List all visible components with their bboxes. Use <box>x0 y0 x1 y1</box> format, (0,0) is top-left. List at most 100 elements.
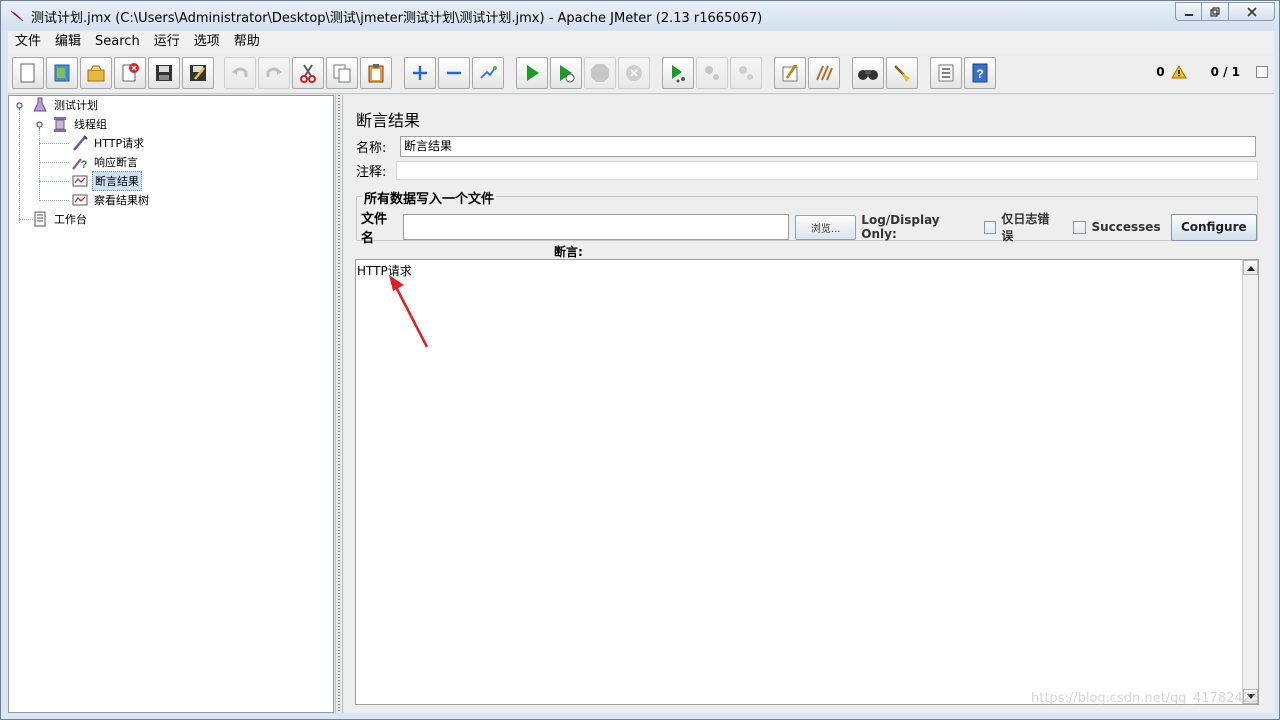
tree-node-assertion-results[interactable]: 断言结果 <box>71 171 142 191</box>
clear-button[interactable] <box>774 57 806 89</box>
expand-all-button[interactable] <box>404 57 436 89</box>
tree-connector <box>39 162 69 163</box>
tree-node-thread-group[interactable]: 线程组 <box>51 115 109 133</box>
filename-input[interactable] <box>402 214 790 240</box>
tree-node-label: 响应断言 <box>94 156 138 169</box>
tree-expand-toggle-icon[interactable] <box>15 101 24 110</box>
http-sampler-icon <box>73 135 88 151</box>
menu-help[interactable]: 帮助 <box>227 31 267 53</box>
start-no-timers-icon <box>560 65 575 83</box>
svg-text:?: ? <box>81 159 88 171</box>
app-window: 测试计划.jmx (C:\Users\Administrator\Desktop… <box>0 0 1280 720</box>
write-to-file-controls: 文件名 浏览... Log/Display Only: 仅日志错误 Succes… <box>361 208 1257 246</box>
listener-icon <box>72 194 88 206</box>
copy-icon <box>333 64 351 83</box>
comment-row: 注释: <box>356 161 1258 180</box>
successes-checkbox[interactable] <box>1073 220 1087 234</box>
paste-icon <box>368 64 384 83</box>
paste-button[interactable] <box>360 57 392 89</box>
undo-icon <box>232 67 248 77</box>
close-window-button[interactable] <box>1229 2 1275 21</box>
search-button[interactable] <box>852 57 884 89</box>
remote-start-button[interactable] <box>662 57 694 89</box>
menu-run[interactable]: 运行 <box>147 31 187 53</box>
stop-button[interactable] <box>584 57 616 89</box>
menu-search[interactable]: Search <box>88 31 147 53</box>
tree-node-label: 工作台 <box>54 213 87 226</box>
clear-all-button[interactable] <box>808 57 840 89</box>
menu-edit[interactable]: 编辑 <box>48 31 88 53</box>
menu-file[interactable]: 文件 <box>8 31 48 53</box>
maximize-button[interactable] <box>1202 2 1229 21</box>
warning-icon[interactable] <box>1170 65 1187 79</box>
undo-button[interactable] <box>224 57 256 89</box>
status-indicator <box>1256 66 1268 78</box>
help-button[interactable]: ? <box>964 57 996 89</box>
tree-node-http-request[interactable]: HTTP请求 <box>71 134 146 152</box>
tree-node-response-assertion[interactable]: ? 响应断言 <box>71 153 140 171</box>
function-helper-icon <box>938 64 954 82</box>
menu-options[interactable]: 选项 <box>187 31 227 53</box>
redo-button[interactable] <box>258 57 290 89</box>
successes-label: Successes <box>1091 220 1161 234</box>
annotation-arrow-icon <box>389 275 429 348</box>
close-icon <box>1246 6 1257 17</box>
start-no-timers-button[interactable] <box>550 57 582 89</box>
configure-button[interactable]: Configure <box>1170 213 1257 241</box>
toggle-button[interactable] <box>472 57 504 89</box>
cut-icon <box>300 64 316 83</box>
tree-node-workbench[interactable]: 工作台 <box>31 210 89 228</box>
remote-shutdown-icon <box>739 66 753 80</box>
minimize-icon <box>1184 13 1193 16</box>
new-button[interactable] <box>12 57 44 89</box>
copy-button[interactable] <box>326 57 358 89</box>
tree-expand-toggle-icon[interactable] <box>35 120 44 129</box>
assertions-text-area[interactable]: HTTP请求 <box>355 259 1259 705</box>
save-icon <box>156 65 172 81</box>
remote-shutdown-button[interactable] <box>730 57 762 89</box>
minimize-button[interactable] <box>1175 2 1202 21</box>
new-icon <box>20 63 35 83</box>
save-button[interactable] <box>148 57 180 89</box>
search-icon <box>858 70 878 80</box>
assertion-icon: ? <box>72 158 88 171</box>
svg-text:?: ? <box>976 67 983 81</box>
redo-icon <box>266 67 282 77</box>
tree-node-view-results-tree[interactable]: 察看结果树 <box>71 191 151 209</box>
remote-stop-button[interactable] <box>696 57 728 89</box>
help-icon: ? <box>972 63 988 83</box>
collapse-all-button[interactable] <box>438 57 470 89</box>
errors-only-option[interactable]: 仅日志错误 <box>983 210 1060 244</box>
remote-start-icon <box>672 65 685 83</box>
panel-title: 断言结果 <box>356 111 421 130</box>
shutdown-button[interactable] <box>618 57 650 89</box>
clear-icon <box>782 65 798 82</box>
templates-button[interactable] <box>46 57 78 89</box>
warning-count: 0 <box>1156 65 1165 79</box>
tree-node-label: 察看结果树 <box>94 194 149 207</box>
name-field[interactable]: 断言结果 <box>400 136 1256 157</box>
split-pane-divider[interactable] <box>335 95 343 713</box>
reset-search-button[interactable] <box>886 57 918 89</box>
tree-node-test-plan[interactable]: 测试计划 <box>31 96 100 114</box>
scroll-up-button[interactable] <box>1243 260 1258 275</box>
start-button[interactable] <box>516 57 548 89</box>
vertical-scrollbar[interactable] <box>1242 260 1258 704</box>
save-as-button[interactable] <box>182 57 214 89</box>
errors-only-checkbox[interactable] <box>983 220 997 234</box>
tree-connector <box>39 200 69 201</box>
close-file-button[interactable] <box>114 57 146 89</box>
function-helper-button[interactable] <box>930 57 962 89</box>
write-to-file-legend: 所有数据写入一个文件 <box>362 188 497 207</box>
test-plan-icon <box>33 97 47 112</box>
comment-field[interactable] <box>396 161 1258 180</box>
successes-option[interactable]: Successes <box>1073 220 1161 234</box>
open-button[interactable] <box>80 57 112 89</box>
browse-button[interactable]: 浏览... <box>795 214 857 240</box>
remote-stop-icon <box>705 66 719 80</box>
thread-group-icon <box>54 117 66 132</box>
comment-label: 注释: <box>356 165 387 180</box>
templates-icon <box>54 64 70 82</box>
assertions-label: 断言: <box>554 245 583 259</box>
cut-button[interactable] <box>292 57 324 89</box>
